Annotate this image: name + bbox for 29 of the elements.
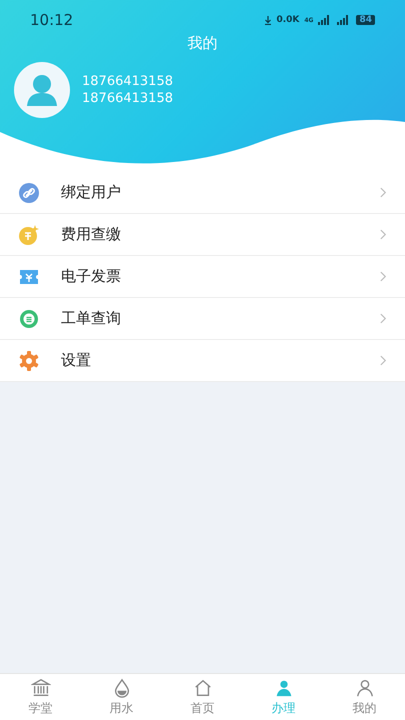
chevron-icon xyxy=(380,355,387,366)
download-arrow-icon xyxy=(265,16,272,24)
chevron-icon xyxy=(380,271,387,282)
menu-item[interactable]: 费用查缴 xyxy=(0,214,405,256)
network-speed: 0.0K xyxy=(276,15,300,25)
chevron-icon xyxy=(380,229,387,240)
home-icon xyxy=(192,678,212,698)
chevron-icon xyxy=(380,187,387,198)
tab-item[interactable]: 用水 xyxy=(81,674,162,720)
user-icon xyxy=(354,678,374,698)
user-name: 18766413158 xyxy=(82,74,173,89)
user-phone: 18766413158 xyxy=(82,91,173,106)
tab-item[interactable]: 我的 xyxy=(324,674,405,720)
bank-icon xyxy=(30,678,50,698)
menu-item[interactable]: 绑定用户 xyxy=(0,172,405,214)
gear-icon xyxy=(19,350,39,370)
tab-item[interactable]: 首页 xyxy=(162,674,243,720)
menu-item[interactable]: 电子发票 xyxy=(0,256,405,298)
status-time: 10:12 xyxy=(30,11,74,29)
chevron-icon xyxy=(380,313,387,324)
battery-level: 84 xyxy=(356,15,375,25)
page-title: 我的 xyxy=(186,34,218,53)
coin-icon xyxy=(19,224,39,244)
avatar-icon xyxy=(14,62,70,118)
menu-item[interactable]: 设置 xyxy=(0,340,405,382)
tab-item[interactable]: 学堂 xyxy=(0,674,81,720)
menu-item[interactable]: 工单查询 xyxy=(0,298,405,340)
order-icon xyxy=(19,308,39,328)
link-icon xyxy=(19,182,39,202)
